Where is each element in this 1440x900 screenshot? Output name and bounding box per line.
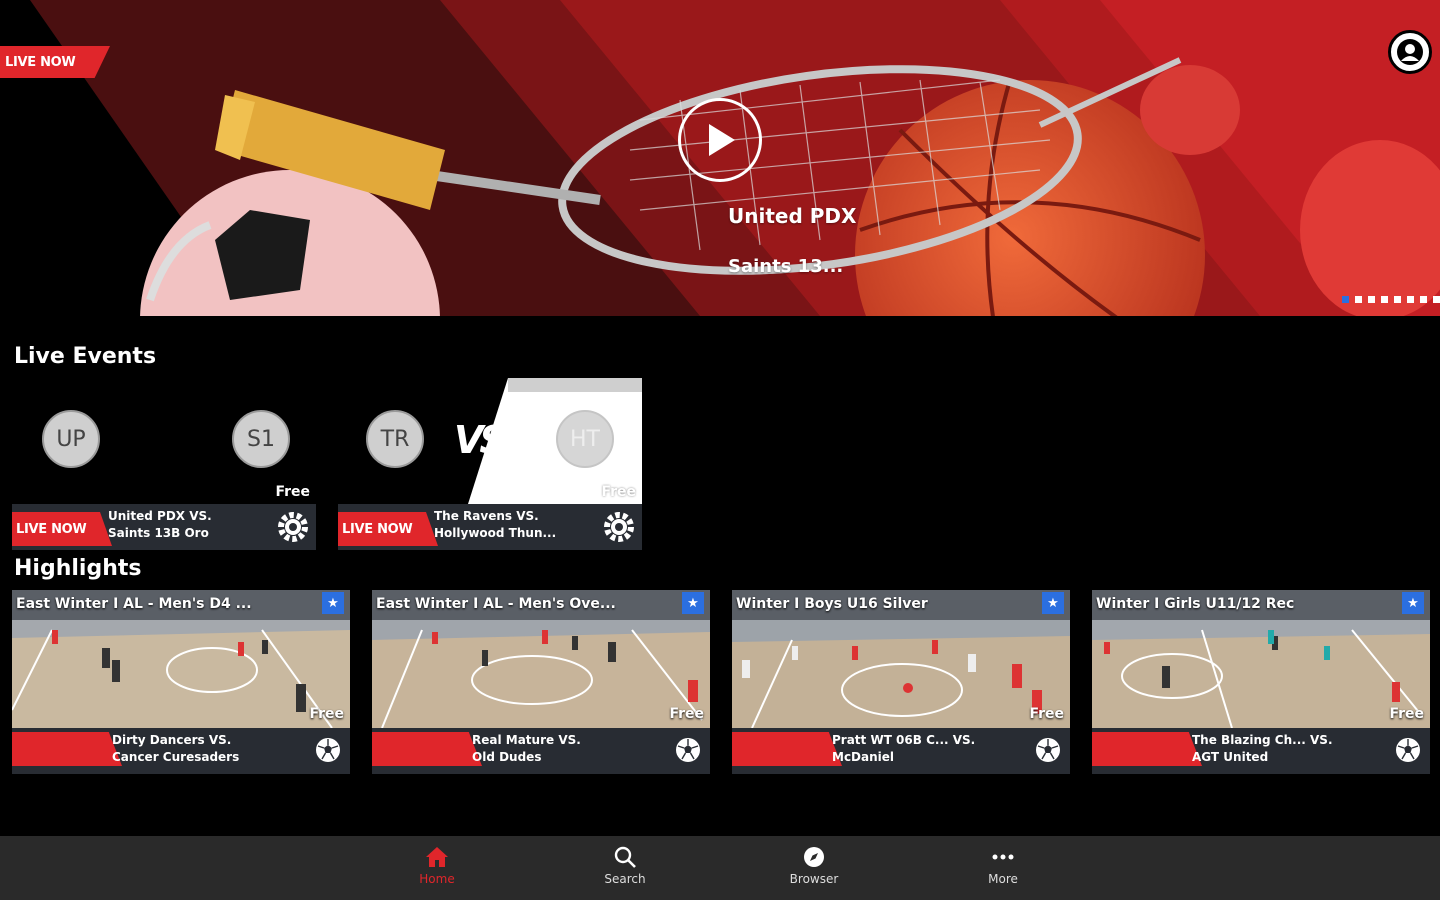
event-matchup: TR VS HT Free — [338, 378, 642, 504]
highlight-thumbnail: Winter I Girls U11/12 Rec ★ Free — [1092, 590, 1430, 728]
favorite-star-button[interactable]: ★ — [1042, 592, 1064, 614]
accent-stripe — [372, 732, 482, 766]
soccer-ball-icon — [1396, 738, 1420, 762]
highlight-line: Cancer Curesaders — [112, 750, 240, 764]
favorite-star-button[interactable]: ★ — [682, 592, 704, 614]
nav-label: Home — [419, 872, 455, 886]
soccer-ball-icon — [604, 512, 634, 542]
hero-subtitle: Saints 13... — [728, 256, 844, 277]
soccer-ball-icon — [316, 738, 340, 762]
highlight-card[interactable]: Winter I Boys U16 Silver ★ Free Pratt WT… — [732, 590, 1070, 774]
hero-banner[interactable]: LIVE NOW United PDX Saints 13... — [0, 0, 1440, 316]
price-tag: Free — [1389, 706, 1424, 722]
accent-stripe — [732, 732, 842, 766]
highlight-card[interactable]: Winter I Girls U11/12 Rec ★ Free The Bla… — [1092, 590, 1430, 774]
event-teams: United PDX VS. Saints 13B Oro — [108, 508, 258, 542]
nav-label: Search — [604, 872, 646, 886]
play-button[interactable] — [678, 98, 762, 182]
price-tag: Free — [275, 484, 310, 500]
highlight-line: Old Dudes — [472, 750, 542, 764]
price-tag: Free — [309, 706, 344, 722]
nav-more[interactable]: More — [958, 846, 1048, 886]
event-line: United PDX VS. — [108, 509, 212, 523]
highlight-teams: The Blazing Ch... VS. AGT United — [1192, 732, 1382, 766]
team-logo: HT — [556, 410, 614, 468]
event-info-bar: LIVE NOW United PDX VS. Saints 13B Oro — [12, 504, 316, 550]
nav-browser[interactable]: Browser — [769, 846, 859, 886]
carousel-dot[interactable] — [1433, 296, 1440, 303]
nav-label: Browser — [789, 872, 839, 886]
live-events-heading: Live Events — [14, 344, 157, 369]
profile-button[interactable] — [1388, 30, 1432, 74]
highlight-title: Winter I Boys U16 Silver — [736, 596, 928, 612]
carousel-dot[interactable] — [1368, 296, 1375, 303]
highlight-thumbnail: East Winter I AL - Men's Ove... ★ Free — [372, 590, 710, 728]
highlight-line: McDaniel — [832, 750, 895, 764]
team-logo: UP — [42, 410, 100, 468]
soccer-ball-icon — [676, 738, 700, 762]
price-tag: Free — [669, 706, 704, 722]
live-now-badge: LIVE NOW — [338, 512, 438, 546]
carousel-dot[interactable] — [1407, 296, 1414, 303]
highlight-line: Dirty Dancers VS. — [112, 733, 232, 747]
carousel-dot[interactable] — [1394, 296, 1401, 303]
more-dots-icon — [992, 854, 1014, 860]
event-info-bar: LIVE NOW The Ravens VS. Hollywood Thun..… — [338, 504, 642, 550]
live-now-flag: LIVE NOW — [0, 46, 110, 78]
highlight-teams: Pratt WT 06B C... VS. McDaniel — [832, 732, 1022, 766]
team-logo: S1 — [232, 410, 290, 468]
favorite-star-button[interactable]: ★ — [322, 592, 344, 614]
carousel-indicator[interactable] — [1342, 296, 1440, 303]
accent-stripe — [12, 732, 122, 766]
soccer-ball-icon — [1036, 738, 1060, 762]
event-line: Hollywood Thun... — [434, 526, 557, 540]
highlight-line: AGT United — [1192, 750, 1269, 764]
highlight-line: Real Mature VS. — [472, 733, 581, 747]
live-event-card[interactable]: TR VS HT Free LIVE NOW The Ravens VS. Ho… — [338, 378, 642, 550]
home-icon — [426, 847, 448, 867]
accent-stripe — [1092, 732, 1202, 766]
team-logo: TR — [366, 410, 424, 468]
vs-graphic: VS — [454, 418, 507, 462]
nav-search[interactable]: Search — [580, 846, 670, 886]
highlight-teams: Dirty Dancers VS. Cancer Curesaders — [112, 732, 302, 766]
event-line: Saints 13B Oro — [108, 526, 209, 540]
live-now-badge: LIVE NOW — [12, 512, 112, 546]
event-teams: The Ravens VS. Hollywood Thun... — [434, 508, 584, 542]
highlight-thumbnail: Winter I Boys U16 Silver ★ Free — [732, 590, 1070, 728]
price-tag: Free — [1029, 706, 1064, 722]
highlight-info-bar: Real Mature VS. Old Dudes — [372, 728, 710, 774]
search-icon — [614, 846, 636, 868]
bottom-navigation: Home Search Browser More — [0, 836, 1440, 900]
play-icon — [709, 124, 735, 156]
soccer-ball-icon — [278, 512, 308, 542]
highlights-heading: Highlights — [14, 556, 142, 581]
event-matchup: UP S1 Free — [12, 378, 316, 504]
highlight-thumbnail: East Winter I AL - Men's D4 ... ★ Free — [12, 590, 350, 728]
highlight-teams: Real Mature VS. Old Dudes — [472, 732, 662, 766]
event-line: The Ravens VS. — [434, 509, 539, 523]
user-icon — [1397, 39, 1423, 65]
highlight-info-bar: Dirty Dancers VS. Cancer Curesaders — [12, 728, 350, 774]
carousel-dot[interactable] — [1355, 296, 1362, 303]
carousel-dot[interactable] — [1420, 296, 1427, 303]
price-tag: Free — [601, 484, 636, 500]
highlight-card[interactable]: East Winter I AL - Men's D4 ... ★ Free D… — [12, 590, 350, 774]
highlight-line: Pratt WT 06B C... VS. — [832, 733, 976, 747]
highlight-info-bar: Pratt WT 06B C... VS. McDaniel — [732, 728, 1070, 774]
highlight-info-bar: The Blazing Ch... VS. AGT United — [1092, 728, 1430, 774]
carousel-dot[interactable] — [1381, 296, 1388, 303]
compass-icon — [804, 847, 824, 867]
highlight-title: Winter I Girls U11/12 Rec — [1096, 596, 1295, 612]
nav-home[interactable]: Home — [392, 846, 482, 886]
highlight-card[interactable]: East Winter I AL - Men's Ove... ★ Free R… — [372, 590, 710, 774]
carousel-dot[interactable] — [1342, 296, 1349, 303]
favorite-star-button[interactable]: ★ — [1402, 592, 1424, 614]
live-event-card[interactable]: UP S1 Free LIVE NOW United PDX VS. Saint… — [12, 378, 316, 550]
hero-title: United PDX — [728, 204, 857, 228]
highlight-title: East Winter I AL - Men's D4 ... — [16, 596, 252, 612]
nav-label: More — [988, 872, 1018, 886]
highlight-line: The Blazing Ch... VS. — [1192, 733, 1333, 747]
highlight-title: East Winter I AL - Men's Ove... — [376, 596, 616, 612]
